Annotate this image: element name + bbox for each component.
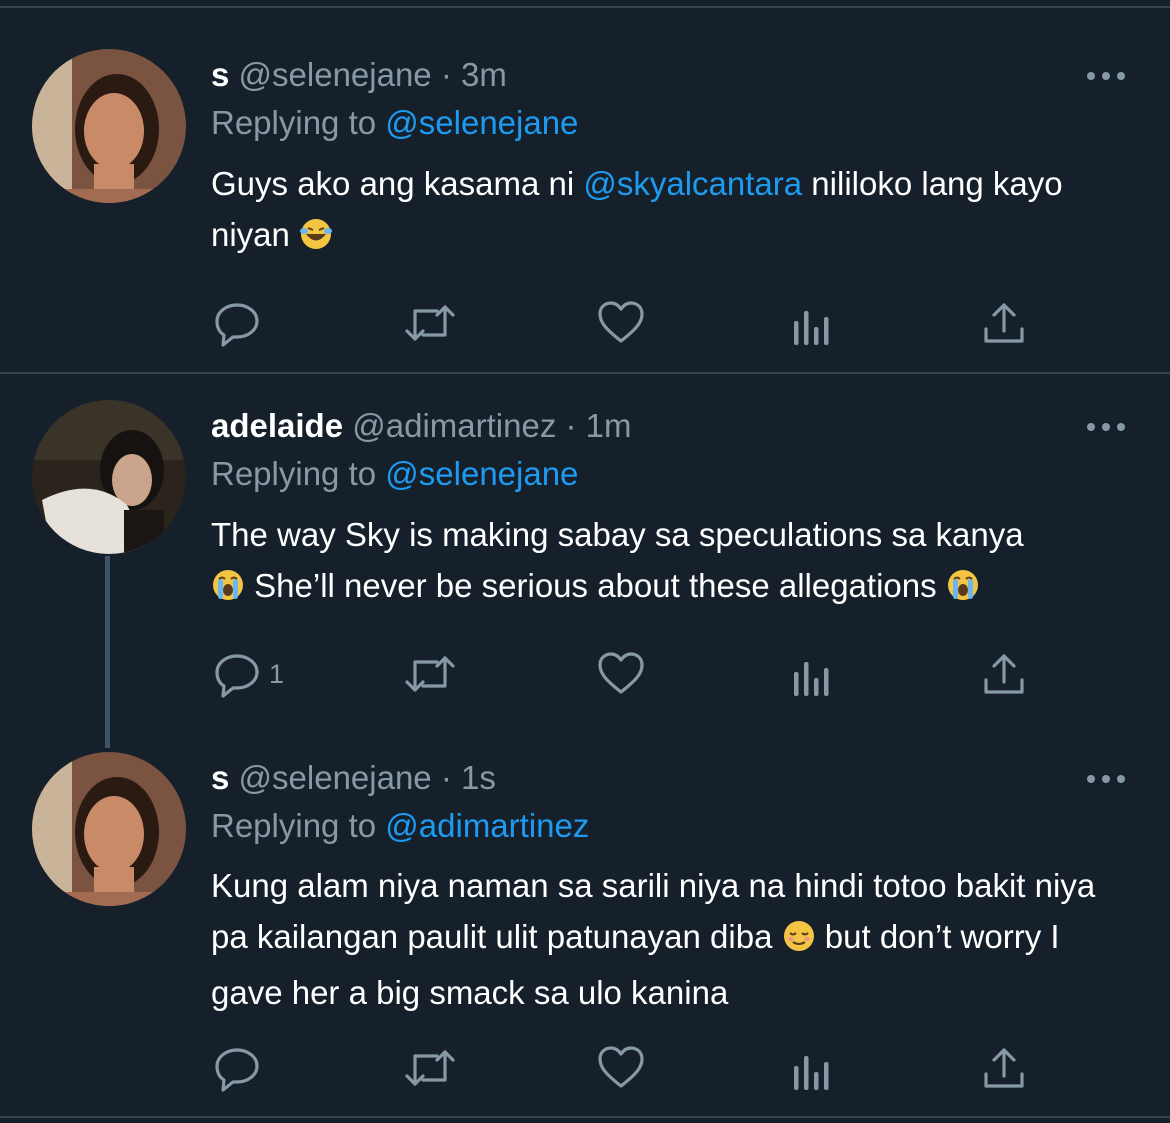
like-icon	[597, 1044, 645, 1092]
loudly-crying-icon	[946, 565, 980, 616]
more-icon[interactable]	[1086, 420, 1126, 432]
loudly-crying-icon	[211, 565, 245, 616]
like-icon	[597, 299, 645, 347]
retweet-button[interactable]	[403, 1038, 457, 1098]
tweet-header: s @selenejane · 1s	[211, 758, 496, 798]
tweet-text-part: She’ll never be serious about these alle…	[254, 567, 937, 604]
reply-button[interactable]	[213, 1038, 269, 1098]
tweet-text: Kung alam niya naman sa sarili niya na h…	[211, 860, 1131, 1018]
laughing-tears-icon	[299, 214, 333, 265]
tweet-header: adelaide @adimartinez · 1m	[211, 406, 632, 446]
retweet-button[interactable]	[403, 644, 457, 704]
tweet[interactable]: s @selenejane · 1s Replying to @adimarti…	[0, 752, 1170, 1120]
reply-icon	[213, 650, 261, 698]
analytics-icon	[793, 299, 833, 347]
tweet-header: s @selenejane · 3m	[211, 55, 507, 95]
avatar[interactable]	[32, 752, 186, 906]
tweet-actions	[0, 1038, 1170, 1098]
replying-to: Replying to @selenejane	[211, 454, 578, 494]
handle[interactable]: @selenejane	[239, 56, 432, 93]
share-button[interactable]	[982, 644, 1026, 704]
like-button[interactable]	[597, 1038, 645, 1098]
replying-handle-link[interactable]: @selenejane	[385, 104, 578, 141]
mention-link[interactable]: @skyalcantara	[583, 165, 802, 202]
more-icon[interactable]	[1086, 69, 1126, 81]
replying-prefix: Replying to	[211, 104, 377, 141]
tweet-text-part: The way Sky is making sabay sa speculati…	[211, 516, 1024, 553]
tweet[interactable]: adelaide @adimartinez · 1m Replying to @…	[0, 374, 1170, 752]
replying-to: Replying to @adimartinez	[211, 806, 589, 846]
reply-button[interactable]: 1	[213, 644, 284, 704]
timestamp[interactable]: · 3m	[441, 56, 507, 93]
tweet-actions: 1	[0, 644, 1170, 704]
retweet-button[interactable]	[403, 293, 457, 353]
tweet-text: Guys ako ang kasama ni @skyalcantara nil…	[211, 158, 1131, 265]
display-name[interactable]: s	[211, 56, 229, 93]
replying-handle-link[interactable]: @selenejane	[385, 455, 578, 492]
retweet-icon	[403, 1044, 457, 1092]
avatar[interactable]	[32, 400, 186, 554]
replying-prefix: Replying to	[211, 807, 377, 844]
timestamp[interactable]: · 1s	[441, 759, 496, 796]
like-button[interactable]	[597, 644, 645, 704]
analytics-button[interactable]	[793, 1038, 833, 1098]
analytics-icon	[793, 1044, 833, 1092]
avatar[interactable]	[32, 49, 186, 203]
reply-icon	[213, 1044, 261, 1092]
display-name[interactable]: adelaide	[211, 407, 343, 444]
tweet-text: The way Sky is making sabay sa speculati…	[211, 509, 1131, 616]
analytics-button[interactable]	[793, 293, 833, 353]
analytics-button[interactable]	[793, 644, 833, 704]
tweet-text-part: Guys ako ang kasama ni	[211, 165, 584, 202]
retweet-icon	[403, 299, 457, 347]
display-name[interactable]: s	[211, 759, 229, 796]
relieved-face-icon	[782, 916, 816, 967]
retweet-icon	[403, 650, 457, 698]
reply-icon	[213, 299, 261, 347]
share-button[interactable]	[982, 1038, 1026, 1098]
timestamp[interactable]: · 1m	[566, 407, 632, 444]
handle[interactable]: @adimartinez	[352, 407, 556, 444]
reply-count: 1	[269, 658, 285, 689]
replying-prefix: Replying to	[211, 455, 377, 492]
handle[interactable]: @selenejane	[239, 759, 432, 796]
more-icon[interactable]	[1086, 772, 1126, 784]
tweet-actions	[0, 293, 1170, 353]
share-button[interactable]	[982, 293, 1026, 353]
replying-handle-link[interactable]: @adimartinez	[385, 807, 589, 844]
like-icon	[597, 650, 645, 698]
like-button[interactable]	[597, 293, 645, 353]
analytics-icon	[793, 650, 833, 698]
reply-button[interactable]	[213, 293, 269, 353]
share-icon	[982, 299, 1026, 347]
tweet[interactable]: s @selenejane · 3m Replying to @seleneja…	[0, 0, 1170, 372]
bottom-divider	[0, 1116, 1170, 1118]
share-icon	[982, 650, 1026, 698]
replying-to: Replying to @selenejane	[211, 103, 578, 143]
share-icon	[982, 1044, 1026, 1092]
